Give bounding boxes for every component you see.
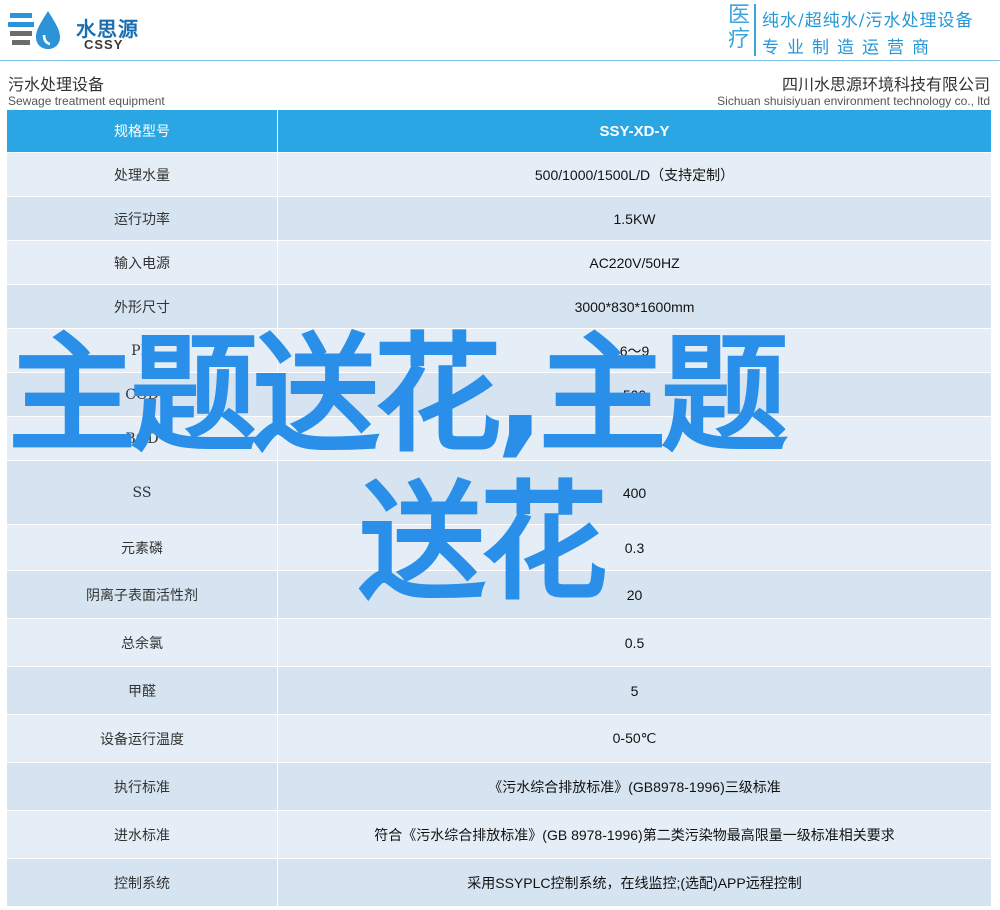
table-header-value: SSY-XD-Y: [277, 109, 992, 153]
table-row: COD 500: [6, 372, 992, 417]
row-label: 运行功率: [6, 196, 278, 241]
table-row: 执行标准 《污水综合排放标准》(GB8978-1996)三级标准: [6, 762, 992, 811]
company-name: 四川水思源环境科技有限公司: [781, 75, 990, 94]
table-row: BOD 300: [6, 416, 992, 461]
table-row: SS 400: [6, 460, 992, 525]
row-value: 《污水综合排放标准》(GB8978-1996)三级标准: [277, 762, 992, 811]
row-label: 输入电源: [6, 240, 278, 285]
vertical-label-char-2: 疗: [727, 27, 750, 52]
row-label: 外形尺寸: [6, 284, 278, 329]
table-row: 元素磷 0.3: [6, 524, 992, 571]
slogan-line-1: 纯水/超纯水/污水处理设备: [762, 11, 974, 31]
product-category-title: 污水处理设备: [8, 75, 105, 94]
table-row: 总余氯 0.5: [6, 618, 992, 667]
row-value: 400: [277, 460, 992, 525]
spec-table: 规格型号 SSY-XD-Y 处理水量 500/1000/1500L/D（支持定制…: [6, 109, 992, 907]
row-label: 执行标准: [6, 762, 278, 811]
table-header-label: 规格型号: [6, 109, 278, 153]
table-row: 进水标准 符合《污水综合排放标准》(GB 8978-1996)第二类污染物最高限…: [6, 810, 992, 859]
logo-english-name: CSSY: [84, 37, 124, 52]
row-label: 处理水量: [6, 152, 278, 197]
table-row: 甲醛 5: [6, 666, 992, 715]
vertical-label: 医 疗: [724, 4, 756, 56]
table-row: PH 6～9: [6, 328, 992, 373]
table-row: 处理水量 500/1000/1500L/D（支持定制）: [6, 152, 992, 197]
row-value: 6～9: [277, 328, 992, 373]
table-row: 外形尺寸 3000*830*1600mm: [6, 284, 992, 329]
row-value: 3000*830*1600mm: [277, 284, 992, 329]
row-label: 元素磷: [6, 524, 278, 571]
row-label: 进水标准: [6, 810, 278, 859]
header-slogan-block: 医 疗 纯水/超纯水/污水处理设备 专业制造运营商: [724, 4, 996, 59]
row-value: 0-50℃: [277, 714, 992, 763]
row-label: 阴离子表面活性剂: [6, 570, 278, 619]
row-value: 500/1000/1500L/D（支持定制）: [277, 152, 992, 197]
water-drop-logo-icon: [8, 11, 60, 49]
row-label: SS: [6, 460, 278, 525]
row-label: BOD: [6, 416, 278, 461]
product-category-subtitle: Sewage treatment equipment: [8, 94, 165, 108]
table-row: 输入电源 AC220V/50HZ: [6, 240, 992, 285]
row-label: PH: [6, 328, 278, 373]
table-header-row: 规格型号 SSY-XD-Y: [6, 109, 992, 153]
header-divider: [0, 60, 1000, 61]
row-value: 采用SSYPLC控制系统，在线监控;(选配)APP远程控制: [277, 858, 992, 907]
row-value: 0.5: [277, 618, 992, 667]
row-label: 设备运行温度: [6, 714, 278, 763]
table-row: 设备运行温度 0-50℃: [6, 714, 992, 763]
row-value: 0.3: [277, 524, 992, 571]
company-name-english: Sichuan shuisiyuan environment technolog…: [717, 94, 990, 108]
row-label: 甲醛: [6, 666, 278, 715]
slogan-line-2: 专业制造运营商: [762, 38, 937, 58]
row-label: COD: [6, 372, 278, 417]
top-header: 水思源 CSSY 医 疗 纯水/超纯水/污水处理设备 专业制造运营商: [0, 0, 1000, 62]
row-value: 300: [277, 416, 992, 461]
row-value: 5: [277, 666, 992, 715]
row-value: 1.5KW: [277, 196, 992, 241]
row-label: 控制系统: [6, 858, 278, 907]
row-label: 总余氯: [6, 618, 278, 667]
table-row: 运行功率 1.5KW: [6, 196, 992, 241]
row-value: 500: [277, 372, 992, 417]
row-value: 20: [277, 570, 992, 619]
table-row: 控制系统 采用SSYPLC控制系统，在线监控;(选配)APP远程控制: [6, 858, 992, 907]
table-row: 阴离子表面活性剂 20: [6, 570, 992, 619]
vertical-label-char-1: 医: [727, 3, 750, 28]
company-logo[interactable]: 水思源 CSSY: [8, 7, 138, 53]
row-value: AC220V/50HZ: [277, 240, 992, 285]
row-value: 符合《污水综合排放标准》(GB 8978-1996)第二类污染物最高限量一级标准…: [277, 810, 992, 859]
